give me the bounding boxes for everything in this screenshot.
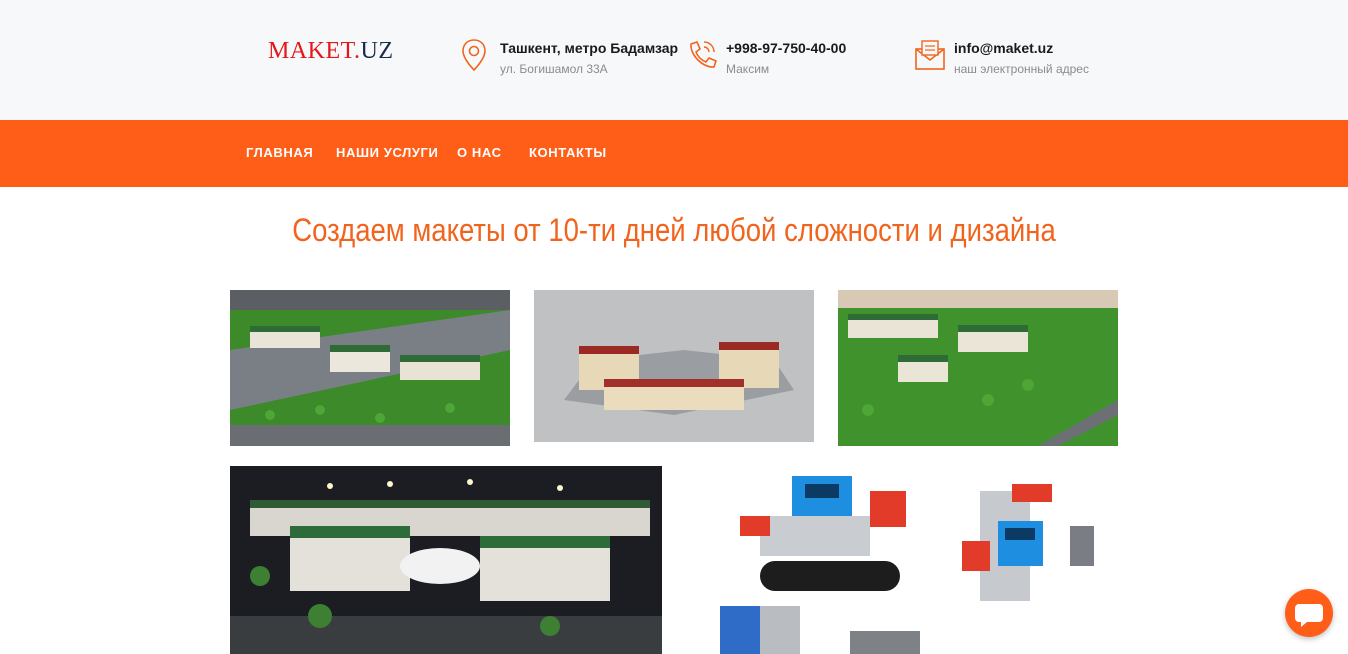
email-subtitle: наш электронный адрес [954, 62, 1089, 76]
location-pin-icon [462, 39, 486, 72]
contact-email[interactable]: info@maket.uz наш электронный адрес [914, 38, 1089, 78]
logo-part-2: UZ [360, 38, 394, 64]
nav-item-about[interactable]: О НАС [457, 145, 502, 160]
phone-contact-name: Максим [726, 62, 770, 76]
main-nav: ГЛАВНАЯ НАШИ УСЛУГИ О НАС КОНТАКТЫ [0, 120, 1348, 187]
chat-widget-button[interactable] [1285, 589, 1333, 637]
nav-item-contacts[interactable]: КОНТАКТЫ [529, 145, 607, 160]
night-model-photo[interactable] [230, 466, 662, 654]
contact-address: Ташкент, метро Бадамзар ул. Богишамол 33А [460, 38, 678, 78]
email-address: info@maket.uz [954, 40, 1054, 56]
nav-item-home[interactable]: ГЛАВНАЯ [246, 145, 313, 160]
address-subtitle: ул. Богишамол 33А [500, 62, 608, 76]
page-title: Создаем макеты от 10-ти дней любой сложн… [292, 212, 1056, 248]
architectural-model-photo[interactable] [230, 290, 510, 446]
phone-icon [690, 41, 717, 68]
contact-phone[interactable]: +998-97-750-40-00 Максим [686, 38, 846, 78]
mail-icon [915, 40, 945, 70]
logo-part-1: MAKET. [268, 38, 361, 64]
nav-item-services[interactable]: НАШИ УСЛУГИ [336, 145, 438, 160]
phone-number: +998-97-750-40-00 [726, 40, 847, 56]
chat-bubble-icon [1295, 604, 1323, 627]
address-title: Ташкент, метро Бадамзар [500, 40, 679, 56]
building-model-photo[interactable] [534, 290, 814, 442]
architectural-model-photo[interactable] [838, 290, 1118, 446]
header-topbar: MAKET.UZ Ташкент, метро Бадамзар ул. Боги… [0, 0, 1348, 120]
site-logo[interactable]: MAKET.UZ [268, 38, 394, 65]
robot-kit-photo[interactable] [700, 466, 1120, 654]
